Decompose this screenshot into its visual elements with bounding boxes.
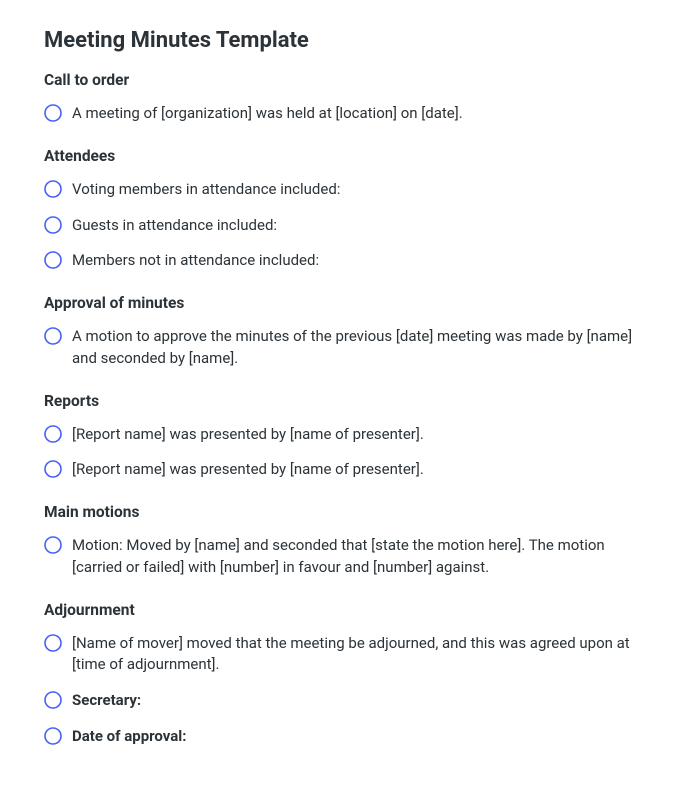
circle-icon[interactable] [44, 460, 62, 478]
circle-icon[interactable] [44, 425, 62, 443]
section-heading: Attendees [44, 147, 640, 165]
circle-icon[interactable] [44, 691, 62, 709]
task-text: [Report name] was presented by [name of … [72, 459, 640, 481]
circle-icon[interactable] [44, 251, 62, 269]
task-text: [Report name] was presented by [name of … [72, 424, 640, 446]
task-text: A meeting of [organization] was held at … [72, 103, 640, 125]
task-row: A motion to approve the minutes of the p… [44, 322, 640, 374]
task-row: [Report name] was presented by [name of … [44, 420, 640, 450]
document-page: Meeting Minutes Template Call to order A… [0, 0, 684, 798]
task-row: [Name of mover] moved that the meeting b… [44, 629, 640, 681]
task-row: [Report name] was presented by [name of … [44, 455, 640, 485]
task-row: Secretary: [44, 686, 640, 716]
task-text: Members not in attendance included: [72, 250, 640, 272]
circle-icon[interactable] [44, 216, 62, 234]
task-text: A motion to approve the minutes of the p… [72, 326, 640, 370]
task-text: Guests in attendance included: [72, 215, 640, 237]
task-row: Motion: Moved by [name] and seconded tha… [44, 531, 640, 583]
task-row: Guests in attendance included: [44, 211, 640, 241]
circle-icon[interactable] [44, 634, 62, 652]
task-row: A meeting of [organization] was held at … [44, 99, 640, 129]
task-text: [Name of mover] moved that the meeting b… [72, 633, 640, 677]
task-row: Date of approval: [44, 722, 640, 752]
section-heading: Call to order [44, 71, 640, 89]
task-text: Secretary: [72, 690, 640, 712]
circle-icon[interactable] [44, 536, 62, 554]
task-text: Voting members in attendance included: [72, 179, 640, 201]
task-row: Voting members in attendance included: [44, 175, 640, 205]
circle-icon[interactable] [44, 727, 62, 745]
page-title: Meeting Minutes Template [44, 28, 640, 53]
circle-icon[interactable] [44, 180, 62, 198]
circle-icon[interactable] [44, 327, 62, 345]
circle-icon[interactable] [44, 104, 62, 122]
task-text: Motion: Moved by [name] and seconded tha… [72, 535, 640, 579]
section-heading: Reports [44, 392, 640, 410]
task-row: Members not in attendance included: [44, 246, 640, 276]
section-heading: Main motions [44, 503, 640, 521]
task-text: Date of approval: [72, 726, 640, 748]
section-heading: Adjournment [44, 601, 640, 619]
section-heading: Approval of minutes [44, 294, 640, 312]
